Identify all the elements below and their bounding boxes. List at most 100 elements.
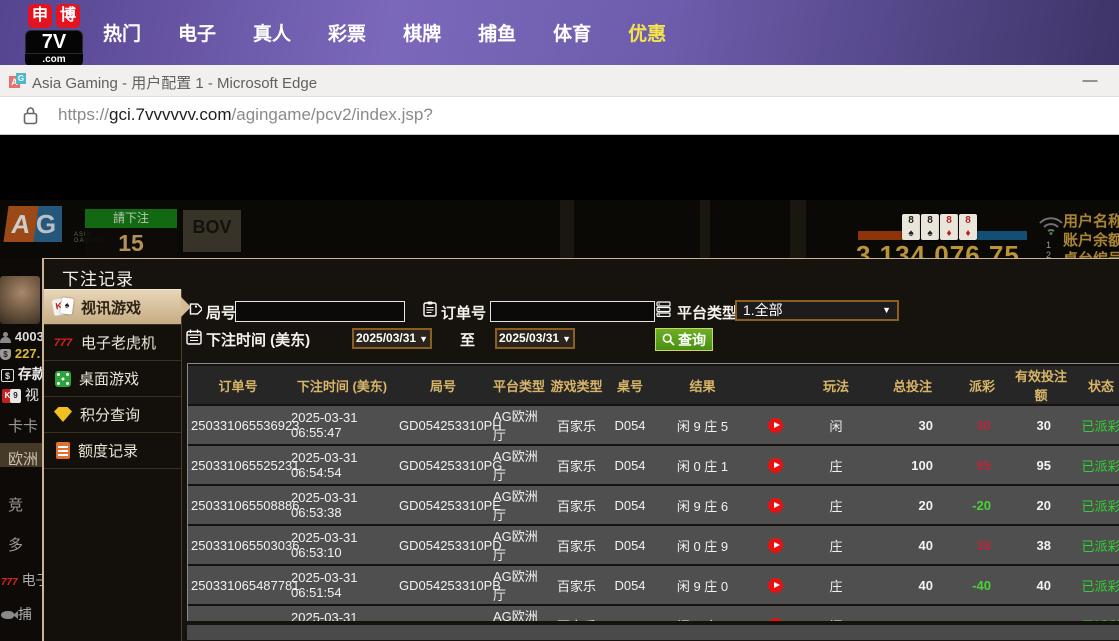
- platform-type-select[interactable]: 1.全部 ▼: [735, 300, 899, 321]
- dollar-icon: $: [1, 369, 14, 382]
- table-footer-strip: [187, 625, 1119, 640]
- jing-fragment[interactable]: 竞: [8, 494, 23, 515]
- table-row: 250331065525231 2025-03-31 06:54:54 GD05…: [188, 446, 1119, 484]
- cell-game: 百家乐: [548, 606, 605, 621]
- sidebar-item-table-games[interactable]: 桌面游戏: [44, 361, 181, 397]
- cell-valid: 50: [1011, 606, 1071, 621]
- cell-game: 百家乐: [548, 446, 605, 484]
- jackpot-amount: 3,134,076.75: [856, 240, 1020, 258]
- cell-table: D054: [605, 406, 655, 444]
- url-text[interactable]: https://gci.7vvvvvv.com/agingame/pcv2/in…: [58, 105, 433, 125]
- nav-item-slots[interactable]: 电子: [178, 19, 216, 46]
- cell-round: GD054253310PG: [396, 446, 490, 484]
- sidebar-label: 电子老虎机: [81, 332, 156, 353]
- cell-order: 250331065508886: [188, 486, 288, 524]
- cell-replay: [750, 486, 800, 524]
- sidebar-item-credit-records[interactable]: 额度记录: [44, 433, 181, 469]
- asia-gaming-favicon: A G: [9, 73, 26, 89]
- cell-table: D054: [605, 606, 655, 621]
- dealt-cards: 8♠ 8♠ 8♦ 8♦: [902, 214, 977, 240]
- video-games-fragment: 视: [25, 387, 39, 403]
- address-bar[interactable]: https://gci.7vvvvvv.com/agingame/pcv2/in…: [0, 97, 1119, 135]
- cell-game: 百家乐: [548, 566, 605, 604]
- cell-order: 250331065470180: [188, 606, 288, 621]
- cell-bet: 40: [872, 566, 953, 604]
- replay-button[interactable]: [768, 418, 783, 433]
- logo-square-1: 申: [28, 4, 52, 28]
- cell-status: 已派彩: [1071, 446, 1119, 484]
- person-icon: [0, 332, 11, 343]
- bet-table: 订单号 下注时间 (美东) 局号 平台类型 游戏类型 桌号 结果 玩法 总投注 …: [187, 363, 1119, 621]
- duo-fragment[interactable]: 多: [8, 534, 23, 555]
- panel-title: 下注记录: [62, 265, 134, 290]
- nav-item-boardgames[interactable]: 棋牌: [403, 19, 441, 46]
- europe-fragment[interactable]: 欧洲: [8, 448, 38, 469]
- cell-round: GD054253310PE: [396, 486, 490, 524]
- order-number-input[interactable]: [490, 301, 655, 322]
- col-time: 下注时间 (美东): [288, 366, 396, 404]
- nav-item-promos[interactable]: 优惠: [628, 19, 666, 46]
- user-avatar: [0, 276, 40, 324]
- replay-button[interactable]: [768, 458, 783, 473]
- window-title: Asia Gaming - 用户配置 1 - Microsoft Edge: [32, 72, 317, 93]
- cell-bet: 100: [872, 446, 953, 484]
- platform-type-label: 平台类型: [677, 302, 737, 323]
- table-row: 250331065503036 2025-03-31 06:53:10 GD05…: [188, 526, 1119, 564]
- site-logo[interactable]: 申 博 7V .com: [14, 4, 94, 66]
- cell-status: 已派彩: [1071, 406, 1119, 444]
- minimize-button[interactable]: —: [1077, 68, 1103, 94]
- cell-status: 已派彩: [1071, 486, 1119, 524]
- cell-replay: [750, 446, 800, 484]
- replay-button[interactable]: [768, 498, 783, 513]
- seat-numbers: 12: [1046, 240, 1051, 258]
- platform-type-value: 1.全部: [743, 302, 783, 318]
- logo-square-2: 博: [56, 4, 80, 28]
- nav-item-lottery[interactable]: 彩票: [328, 19, 366, 46]
- search-button-label: 查询: [678, 330, 706, 350]
- date-to-picker[interactable]: 2025/03/31▼: [495, 328, 575, 349]
- gem-icon: [54, 407, 72, 422]
- col-status: 状态: [1071, 366, 1119, 404]
- round-number-input[interactable]: [235, 301, 405, 322]
- table-row: 250331065536923 2025-03-31 06:55:47 GD05…: [188, 406, 1119, 444]
- cell-table: D054: [605, 566, 655, 604]
- cell-round: GD054253310PD: [396, 526, 490, 564]
- cell-platform: AG欧洲厅: [490, 446, 548, 484]
- sidebar-item-slots[interactable]: 777 电子老虎机: [44, 325, 181, 361]
- dice-icon: [55, 371, 71, 387]
- cell-game: 百家乐: [548, 486, 605, 524]
- cell-time: 2025-03-31 06:54:54: [288, 446, 396, 484]
- cell-valid: 20: [1011, 486, 1071, 524]
- cell-result: 闲 9 庄 0: [655, 566, 750, 604]
- nav-item-sports[interactable]: 体育: [553, 19, 591, 46]
- card-8-spade: 8♠: [902, 214, 920, 240]
- replay-button[interactable]: [768, 578, 783, 593]
- replay-button[interactable]: [768, 538, 783, 553]
- cell-platform: AG欧洲厅: [490, 406, 548, 444]
- round-number-label: 局号: [206, 302, 236, 323]
- to-label: 至: [460, 329, 475, 350]
- date-from-picker[interactable]: 2025/03/31▼: [352, 328, 432, 349]
- money-bag-icon: $: [0, 349, 11, 360]
- chevron-down-icon: ▼: [419, 334, 428, 344]
- cell-replay: [750, 606, 800, 621]
- cell-payout: 95: [953, 446, 1011, 484]
- nav-item-fishing[interactable]: 捕鱼: [478, 19, 516, 46]
- cell-playtype: 闲: [800, 606, 872, 621]
- search-button[interactable]: 查询: [655, 328, 713, 351]
- cell-valid: 30: [1011, 406, 1071, 444]
- cell-bet: 40: [872, 526, 953, 564]
- col-order: 订单号: [188, 366, 288, 404]
- nav-item-hot[interactable]: 热门: [103, 19, 141, 46]
- balance-fragment: 227.: [15, 346, 40, 361]
- nav-item-live[interactable]: 真人: [253, 19, 291, 46]
- fish-icon: [1, 611, 14, 619]
- ag-watermark-logo: AG ASIA GAMING: [6, 206, 62, 242]
- sidebar-item-points-query[interactable]: 积分查询: [44, 397, 181, 433]
- replay-button[interactable]: [768, 618, 783, 621]
- cell-table: D054: [605, 486, 655, 524]
- kaka-fragment[interactable]: 卡卡: [8, 415, 38, 436]
- sidebar-item-video-games[interactable]: K♠ 视讯游戏: [44, 289, 181, 325]
- url-scheme: https://: [58, 105, 109, 124]
- cell-round: GD054253310P9: [396, 606, 490, 621]
